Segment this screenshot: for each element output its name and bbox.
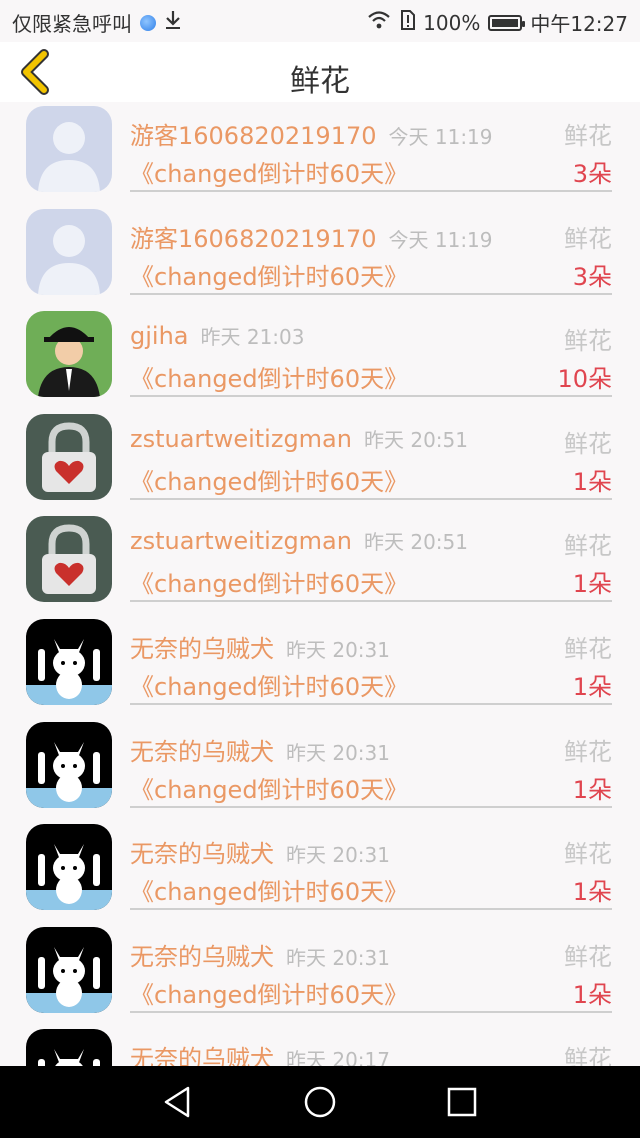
divider bbox=[130, 395, 612, 398]
gift-type: 鲜花 bbox=[564, 327, 612, 356]
user-name: 游客1606820219170 今天 11:19 bbox=[130, 122, 493, 150]
gift-type: 鲜花 bbox=[564, 429, 612, 458]
sim-alert-icon bbox=[399, 10, 416, 35]
timestamp: 昨天 21:03 bbox=[200, 325, 305, 350]
gift-count: 1朵 bbox=[572, 775, 612, 804]
battery-percent: 100% bbox=[423, 10, 481, 35]
timestamp: 昨天 20:51 bbox=[363, 427, 468, 452]
gift-count: 1朵 bbox=[572, 467, 612, 496]
user-name: 无奈的乌贼犬 昨天 20:31 bbox=[130, 634, 390, 663]
gift-type: 鲜花 bbox=[564, 634, 612, 663]
list-item[interactable]: zstuartweitizgman 昨天 20:51 鲜花 《changed倒计时… bbox=[0, 512, 640, 615]
gift-type: 鲜花 bbox=[564, 840, 612, 869]
gift-count: 1朵 bbox=[572, 878, 612, 907]
avatar[interactable] bbox=[26, 106, 112, 192]
avatar[interactable] bbox=[26, 618, 112, 705]
gift-type: 鲜花 bbox=[564, 122, 612, 150]
user-name: gjiha 昨天 21:03 bbox=[130, 322, 305, 351]
book-title: 《changed倒计时60天》 bbox=[130, 262, 409, 291]
triangle-back-icon bbox=[164, 1086, 190, 1118]
timestamp: 昨天 20:17 bbox=[286, 1048, 390, 1066]
book-title: 《changed倒计时60天》 bbox=[130, 775, 409, 804]
home-nav-button[interactable] bbox=[302, 1084, 338, 1120]
user-name: zstuartweitizgman 昨天 20:51 bbox=[130, 424, 468, 453]
download-icon bbox=[164, 10, 182, 35]
avatar[interactable] bbox=[26, 926, 112, 1013]
user-name: 游客1606820219170 今天 11:19 bbox=[130, 224, 493, 253]
book-title: 《changed倒计时60天》 bbox=[130, 570, 409, 599]
gift-count: 1朵 bbox=[572, 672, 612, 701]
gift-count: 1朵 bbox=[572, 570, 612, 599]
book-title: 《changed倒计时60天》 bbox=[130, 160, 409, 188]
list-item[interactable]: 无奈的乌贼犬 昨天 20:31 鲜花 《changed倒计时60天》 1朵 bbox=[0, 923, 640, 1026]
gift-type: 鲜花 bbox=[564, 737, 612, 766]
user-name: 无奈的乌贼犬 昨天 20:31 bbox=[130, 737, 390, 766]
user-name: 无奈的乌贼犬 昨天 20:31 bbox=[130, 840, 390, 869]
gift-type: 鲜花 bbox=[564, 942, 612, 971]
status-bar: 仅限紧急呼叫 100% 中午12:27 bbox=[0, 0, 640, 42]
gift-count: 3朵 bbox=[572, 160, 612, 188]
circle-home-icon bbox=[304, 1086, 336, 1118]
page-title: 鲜花 bbox=[290, 64, 350, 99]
timestamp: 今天 11:19 bbox=[388, 125, 493, 149]
gift-type: 鲜花 bbox=[564, 532, 612, 561]
avatar[interactable] bbox=[26, 413, 112, 500]
list-item[interactable]: zstuartweitizgman 昨天 20:51 鲜花 《changed倒计时… bbox=[0, 410, 640, 513]
avatar[interactable] bbox=[26, 721, 112, 808]
divider bbox=[130, 497, 612, 500]
book-title: 《changed倒计时60天》 bbox=[130, 980, 409, 1009]
recents-nav-button[interactable] bbox=[444, 1084, 480, 1120]
timestamp: 昨天 20:31 bbox=[286, 740, 390, 765]
user-name: zstuartweitizgman 昨天 20:51 bbox=[130, 527, 468, 556]
divider bbox=[130, 908, 612, 911]
book-title: 《changed倒计时60天》 bbox=[130, 878, 409, 907]
back-nav-button[interactable] bbox=[160, 1084, 196, 1120]
gift-count: 3朵 bbox=[572, 262, 612, 291]
gift-count: 1朵 bbox=[572, 980, 612, 1009]
user-name: 无奈的乌贼犬 昨天 20:17 bbox=[130, 1039, 390, 1066]
list-item[interactable]: 无奈的乌贼犬 昨天 20:17 鲜花 bbox=[0, 1025, 640, 1066]
avatar[interactable] bbox=[26, 208, 112, 295]
timestamp: 昨天 20:31 bbox=[286, 843, 390, 868]
divider bbox=[130, 702, 612, 705]
list-item[interactable]: 无奈的乌贼犬 昨天 20:31 鲜花 《changed倒计时60天》 1朵 bbox=[0, 615, 640, 718]
avatar[interactable] bbox=[26, 311, 112, 398]
list-item[interactable]: 游客1606820219170 今天 11:19 鲜花 《changed倒计时60… bbox=[0, 102, 640, 205]
divider bbox=[130, 190, 612, 192]
timestamp: 昨天 20:31 bbox=[286, 945, 390, 970]
book-title: 《changed倒计时60天》 bbox=[130, 365, 409, 394]
gift-type: 鲜花 bbox=[564, 1045, 612, 1066]
gift-record-list: 游客1606820219170 今天 11:19 鲜花 《changed倒计时60… bbox=[0, 102, 640, 1066]
navigation-bar bbox=[0, 1066, 640, 1138]
wifi-icon bbox=[367, 10, 391, 35]
timestamp: 昨天 20:51 bbox=[363, 530, 468, 555]
list-item[interactable]: gjiha 昨天 21:03 鲜花 《changed倒计时60天》 10朵 bbox=[0, 307, 640, 410]
timestamp: 今天 11:19 bbox=[388, 227, 493, 252]
list-item[interactable]: 游客1606820219170 今天 11:19 鲜花 《changed倒计时60… bbox=[0, 205, 640, 308]
avatar[interactable] bbox=[26, 824, 112, 911]
timestamp: 昨天 20:31 bbox=[286, 637, 390, 662]
book-title: 《changed倒计时60天》 bbox=[130, 672, 409, 701]
avatar[interactable] bbox=[26, 1029, 112, 1066]
list-item[interactable]: 无奈的乌贼犬 昨天 20:31 鲜花 《changed倒计时60天》 1朵 bbox=[0, 820, 640, 923]
globe-icon bbox=[140, 14, 156, 31]
square-recents-icon bbox=[447, 1087, 477, 1117]
header-bar: 鲜花 bbox=[0, 42, 640, 102]
divider bbox=[130, 600, 612, 603]
avatar[interactable] bbox=[26, 516, 112, 603]
book-title: 《changed倒计时60天》 bbox=[130, 467, 409, 496]
divider bbox=[130, 1010, 612, 1013]
gift-count: 10朵 bbox=[557, 365, 612, 394]
carrier-text: 仅限紧急呼叫 bbox=[12, 12, 132, 36]
list-item[interactable]: 无奈的乌贼犬 昨天 20:31 鲜花 《changed倒计时60天》 1朵 bbox=[0, 718, 640, 821]
clock: 中午12:27 bbox=[530, 12, 628, 36]
divider bbox=[130, 805, 612, 808]
gift-type: 鲜花 bbox=[564, 224, 612, 253]
battery-icon bbox=[488, 14, 526, 31]
user-name: 无奈的乌贼犬 昨天 20:31 bbox=[130, 942, 390, 971]
divider bbox=[130, 292, 612, 295]
